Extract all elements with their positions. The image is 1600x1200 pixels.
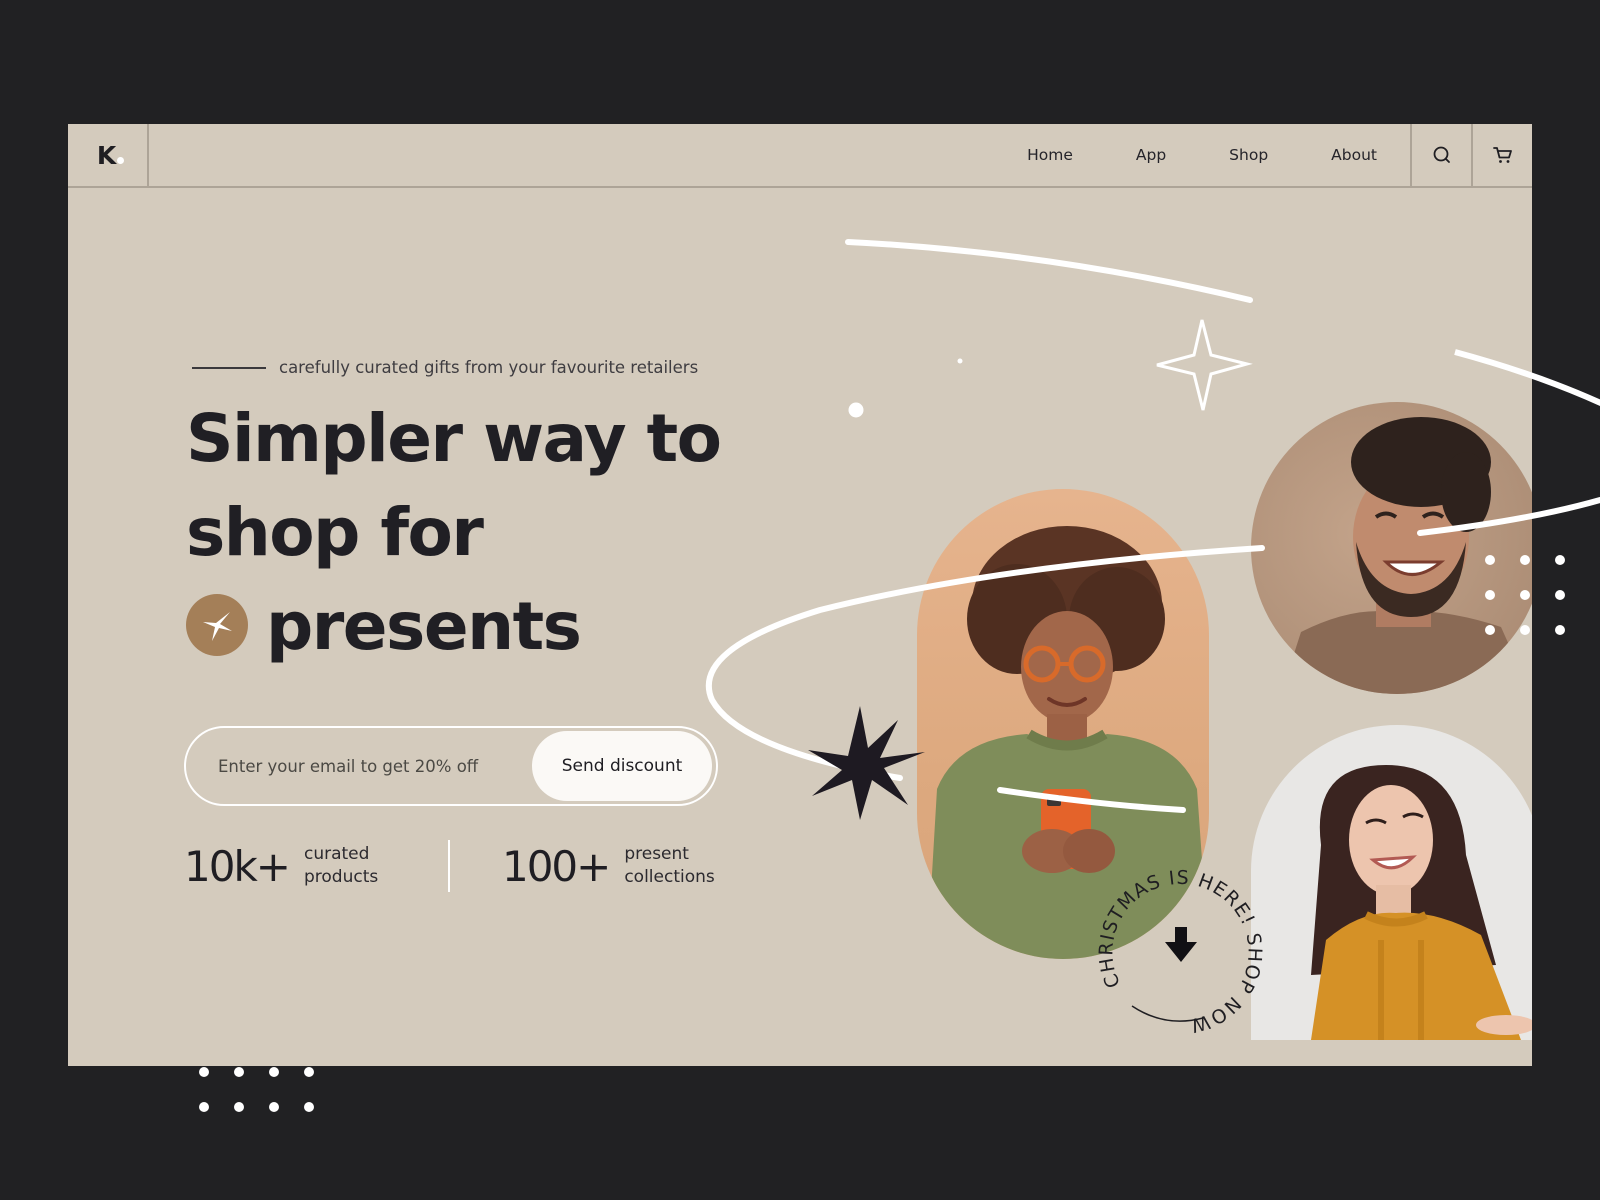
eyebrow-rule — [192, 366, 266, 369]
logo-dot — [117, 156, 125, 164]
stat-products: 10k+ curated products — [184, 842, 414, 891]
main-nav: Home App Shop About — [964, 124, 1404, 186]
logo: K — [96, 140, 125, 170]
nav-shop[interactable]: Shop — [1229, 146, 1268, 164]
cart-icon — [1492, 147, 1512, 163]
nav-home[interactable]: Home — [1027, 146, 1073, 164]
hero-headline: Simpler way to shop for presents — [186, 392, 722, 674]
landing-page: K Home App Shop About carefully curated … — [68, 124, 1532, 1066]
hero-eyebrow: carefully curated gifts from your favour… — [192, 358, 698, 377]
stat-label-line-2: products — [303, 867, 379, 887]
stat-label-line-1: present — [624, 844, 689, 864]
stat-label-line-1: curated — [303, 844, 370, 864]
logo-letter: K — [96, 140, 116, 170]
stat-label-line-2: collections — [624, 867, 715, 887]
headline-line-1: Simpler way to — [186, 400, 722, 477]
stat-label: present collections — [624, 843, 734, 889]
photo-smiling-man — [1251, 402, 1532, 694]
logo-link[interactable]: K — [68, 124, 149, 186]
nav-app[interactable]: App — [1136, 146, 1166, 164]
send-discount-button[interactable]: Send discount — [532, 731, 712, 801]
stats-row: 10k+ curated products 100+ present collect… — [184, 840, 734, 892]
stat-value: 10k+ — [184, 841, 291, 891]
man-illustration — [1281, 417, 1531, 694]
email-signup-form: Send discount — [184, 726, 718, 806]
sparkle-badge — [186, 593, 248, 656]
eyebrow-text: carefully curated gifts from your favour… — [279, 358, 699, 377]
site-header: K Home App Shop About — [68, 124, 1532, 188]
search-icon — [1433, 146, 1450, 163]
stat-divider — [447, 840, 450, 892]
stat-value: 100+ — [501, 841, 611, 891]
nav-about[interactable]: About — [1331, 146, 1377, 164]
headline-presents: presents — [266, 588, 582, 665]
email-input[interactable] — [186, 728, 532, 804]
stat-collections: 100+ present collections — [502, 842, 734, 891]
woman-sweater-illustration — [1311, 765, 1532, 1040]
photo-woman-in-sweater — [1251, 725, 1532, 1040]
headline-line-3: presents — [186, 580, 720, 674]
sparkle-icon — [203, 611, 232, 641]
stat-label: curated products — [304, 843, 414, 889]
headline-line-2: shop for — [186, 494, 484, 571]
search-button[interactable] — [1410, 124, 1471, 186]
cart-button[interactable] — [1471, 124, 1532, 186]
dot-grid-bottom — [199, 1067, 314, 1112]
